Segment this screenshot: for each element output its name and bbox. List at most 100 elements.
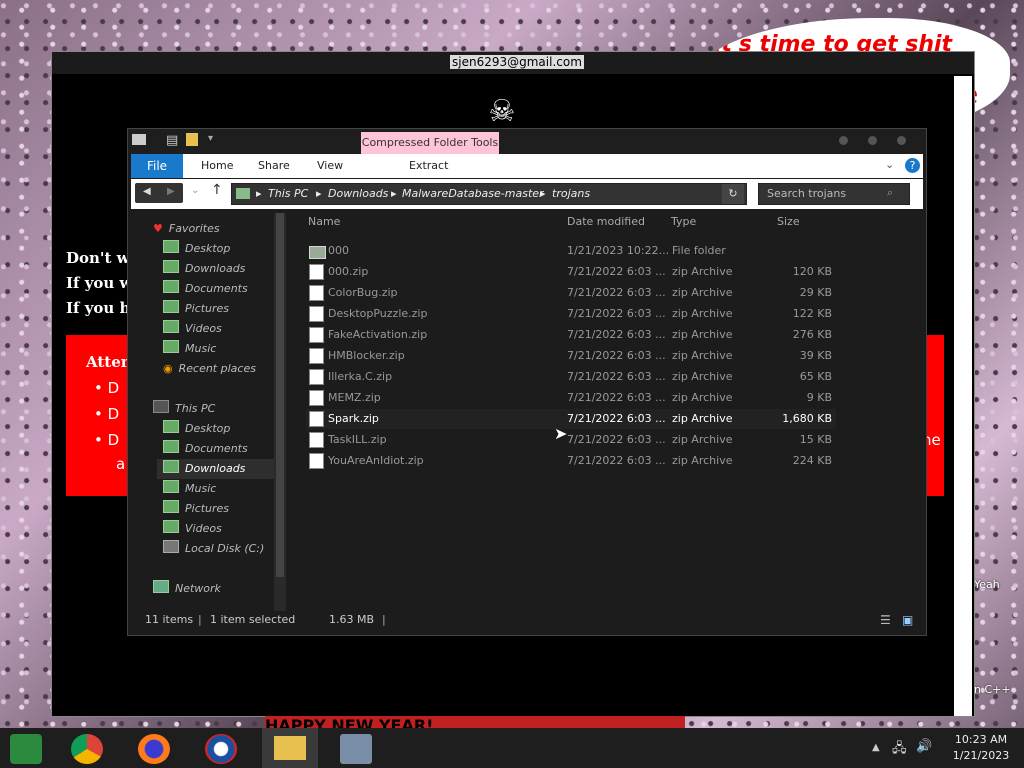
alert-bullet: • D <box>94 405 120 423</box>
nav-pc-pictures[interactable]: Pictures <box>163 499 229 519</box>
breadcrumb-item[interactable]: trojans <box>552 187 590 200</box>
nav-favorites[interactable]: ♥ Favorites <box>153 219 220 239</box>
music-icon <box>163 340 179 353</box>
app-icon-1[interactable] <box>10 734 42 764</box>
col-name[interactable]: Name <box>308 215 340 228</box>
desktop-icon-label[interactable]: n C++ <box>974 683 1011 696</box>
chevron-down-icon[interactable]: ⌄ <box>885 158 894 171</box>
col-type[interactable]: Type <box>671 215 696 228</box>
desktop-icon-label[interactable]: Yeah <box>974 578 1000 591</box>
file-explorer-taskbar-active[interactable] <box>262 728 318 768</box>
breadcrumb-sep: ▸ <box>316 187 322 200</box>
remote-desktop-icon[interactable] <box>340 734 372 764</box>
firefox-icon[interactable] <box>138 734 170 764</box>
file-date: 7/21/2022 6:03 ... <box>567 265 666 278</box>
alert-bullet: • D <box>94 431 120 449</box>
downloads-icon <box>163 260 179 273</box>
help-icon[interactable]: ? <box>905 158 920 173</box>
music-icon <box>163 480 179 493</box>
nav-pc-desktop[interactable]: Desktop <box>163 419 230 439</box>
nav-pc-music[interactable]: Music <box>163 479 216 499</box>
remote-scrollbar[interactable] <box>954 76 972 716</box>
nav-fav-videos[interactable]: Videos <box>163 319 222 339</box>
col-size[interactable]: Size <box>777 215 800 228</box>
file-explorer-icon <box>274 736 306 760</box>
close-button[interactable] <box>897 136 906 145</box>
file-row[interactable]: Spark.zip 7/21/2022 6:03 ... zip Archive 1,… <box>306 409 836 429</box>
search-box[interactable]: Search trojans ⌕ <box>758 183 910 205</box>
explorer-titlebar[interactable]: ▤ ▾ Compressed Folder Tools <box>128 129 926 156</box>
alert-bullet: • D <box>94 379 120 397</box>
file-row[interactable]: 000.zip 7/21/2022 6:03 ... zip Archive 120 … <box>306 262 836 282</box>
breadcrumb-item[interactable]: Downloads <box>328 187 388 200</box>
zip-file-icon <box>309 306 324 322</box>
file-row[interactable]: DesktopPuzzle.zip 7/21/2022 6:03 ... zip A… <box>306 304 836 324</box>
minimize-button[interactable] <box>839 136 848 145</box>
opera-icon[interactable] <box>205 734 237 764</box>
breadcrumb-item[interactable]: MalwareDatabase-master <box>402 187 544 200</box>
chevron-down-icon[interactable]: ▾ <box>208 133 213 144</box>
network-status-icon[interactable]: 🖧 <box>892 739 907 761</box>
show-hidden-icons-icon[interactable]: ▲ <box>872 742 880 753</box>
alert-bullet-wrap: a <box>116 455 126 473</box>
file-row[interactable]: FakeActivation.zip 7/21/2022 6:03 ... zip … <box>306 325 836 345</box>
file-type: zip Archive <box>672 391 733 404</box>
nav-this-pc[interactable]: This PC <box>153 399 215 419</box>
taskbar: ▲ 🖧 🔊 10:23 AM 1/21/2023 <box>0 728 1024 768</box>
refresh-icon[interactable]: ↻ <box>722 184 744 204</box>
nav-scroll-thumb[interactable] <box>276 213 284 577</box>
tab-file[interactable]: File <box>131 154 183 178</box>
nav-pc-downloads[interactable]: Downloads <box>157 459 281 479</box>
tab-home[interactable]: Home <box>201 154 233 178</box>
up-arrow-icon[interactable]: ↑ <box>211 182 223 198</box>
nav-fav-recent[interactable]: ◉ Recent places <box>163 359 256 379</box>
file-row[interactable]: HMBlocker.zip 7/21/2022 6:03 ... zip Archi… <box>306 346 836 366</box>
forward-icon[interactable]: ▶ <box>167 186 175 197</box>
nav-fav-downloads[interactable]: Downloads <box>163 259 245 279</box>
zip-file-icon <box>309 453 324 469</box>
nav-fav-pictures[interactable]: Pictures <box>163 299 229 319</box>
address-bar[interactable]: ▸ This PC ▸ Downloads ▸ MalwareDatabase-… <box>231 183 747 205</box>
tab-share[interactable]: Share <box>258 154 290 178</box>
status-bar: 11 items | 1 item selected 1.63 MB | ☰ ▣ <box>142 613 913 631</box>
search-icon[interactable]: ⌕ <box>887 186 893 200</box>
col-date[interactable]: Date modified <box>567 215 645 228</box>
file-row[interactable]: YouAreAnIdiot.zip 7/21/2022 6:03 ... zip A… <box>306 451 836 471</box>
nav-fav-music[interactable]: Music <box>163 339 216 359</box>
search-input[interactable]: Search trojans <box>767 187 846 200</box>
clock[interactable]: 10:23 AM 1/21/2023 <box>948 732 1014 764</box>
file-row[interactable]: 000 1/21/2023 10:22... File folder <box>306 241 836 261</box>
nav-pc-local-disk[interactable]: Local Disk (C:) <box>163 539 264 559</box>
properties-icon[interactable]: ▤ <box>166 133 178 148</box>
file-name: YouAreAnIdiot.zip <box>328 454 424 467</box>
chrome-icon[interactable] <box>71 734 103 764</box>
file-size: 1,680 KB <box>782 412 832 425</box>
file-size: 120 KB <box>792 265 832 278</box>
file-row[interactable]: TaskILL.zip 7/21/2022 6:03 ... zip Archive… <box>306 430 836 450</box>
back-icon[interactable]: ◀ <box>143 186 151 197</box>
alert-title: Atten <box>86 353 132 371</box>
volume-icon[interactable]: 🔊 <box>916 739 932 754</box>
file-date: 7/21/2022 6:03 ... <box>567 328 666 341</box>
file-row[interactable]: ColorBug.zip 7/21/2022 6:03 ... zip Archiv… <box>306 283 836 303</box>
file-date: 7/21/2022 6:03 ... <box>567 370 666 383</box>
nav-pc-videos[interactable]: Videos <box>163 519 222 539</box>
file-name: MEMZ.zip <box>328 391 381 404</box>
tab-extract[interactable]: Extract <box>409 154 448 178</box>
breadcrumb-item[interactable]: This PC <box>268 187 308 200</box>
nav-network[interactable]: Network <box>153 579 221 599</box>
nav-fav-documents[interactable]: Documents <box>163 279 248 299</box>
tab-view[interactable]: View <box>317 154 343 178</box>
file-row[interactable]: MEMZ.zip 7/21/2022 6:03 ... zip Archive 9 K… <box>306 388 836 408</box>
file-size: 224 KB <box>792 454 832 467</box>
details-view-icon[interactable]: ☰ <box>880 613 891 627</box>
nav-pc-documents[interactable]: Documents <box>163 439 248 459</box>
large-icons-view-icon[interactable]: ▣ <box>902 613 913 627</box>
file-row[interactable]: Illerka.C.zip 7/21/2022 6:03 ... zip Archi… <box>306 367 836 387</box>
new-folder-icon[interactable] <box>186 133 198 146</box>
file-name: FakeActivation.zip <box>328 328 428 341</box>
nav-fav-desktop[interactable]: Desktop <box>163 239 230 259</box>
navigation-pane: ♥ Favorites Desktop Downloads Documents P… <box>131 211 286 611</box>
maximize-button[interactable] <box>868 136 877 145</box>
recent-chevron-icon[interactable]: ⌄ <box>191 185 199 196</box>
